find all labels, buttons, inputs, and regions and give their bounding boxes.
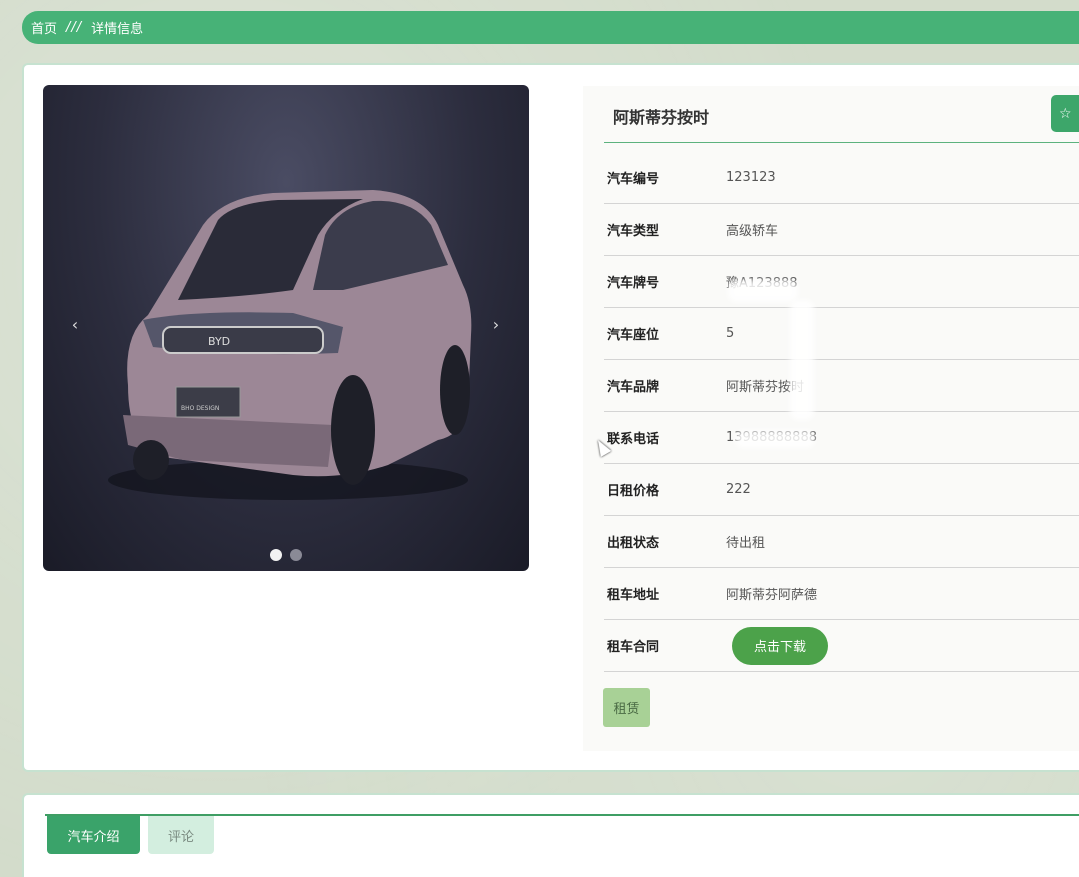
car-title: 阿斯蒂芬按时 [613, 108, 710, 127]
rent-button[interactable]: 租赁 [603, 688, 650, 727]
info-row: 汽车品牌 阿斯蒂芬按时 [604, 360, 1079, 412]
info-row-label: 汽车编号 [607, 172, 660, 187]
star-icon: ☆ [1059, 105, 1072, 122]
info-row-label: 汽车座位 [607, 328, 660, 343]
redaction-smudge [728, 280, 798, 302]
info-row-value: 待出租 [726, 536, 766, 551]
breadcrumb-current: 详情信息 [91, 22, 144, 37]
info-row-value: 阿斯蒂芬阿萨德 [726, 588, 818, 603]
contract-row: 租车合同 点击下载 [604, 620, 1079, 672]
info-row-value: 5 [726, 326, 735, 341]
carousel-prev-arrow[interactable]: ‹ [65, 315, 85, 334]
car-info-card: 阿斯蒂芬按时 ☆ 汽车编号 123123 汽车类型 高级轿车 汽车牌号 豫A12… [583, 86, 1079, 751]
redaction-smudge [790, 300, 814, 420]
car-image: BYD BHO DESIGN [108, 190, 472, 500]
carousel-next-arrow[interactable]: › [486, 315, 506, 334]
redaction-smudge [735, 430, 815, 448]
image-carousel[interactable]: BYD BHO DESIGN ‹ › [43, 85, 529, 571]
info-row-label: 租车地址 [607, 588, 660, 603]
info-row: 汽车类型 高级轿车 [604, 204, 1079, 256]
info-row-label: 联系电话 [607, 432, 660, 447]
tab-car-intro[interactable]: 汽车介绍 [47, 816, 140, 854]
info-row-value: 123123 [726, 170, 776, 185]
info-row: 租车地址 阿斯蒂芬阿萨德 [604, 568, 1079, 620]
info-row: 汽车牌号 豫A123888 [604, 256, 1079, 308]
carousel-indicators [270, 549, 302, 561]
info-row-label: 出租状态 [607, 536, 660, 551]
info-row-label: 汽车牌号 [607, 276, 660, 291]
car-badge: BYD [208, 335, 230, 348]
info-row-label: 汽车品牌 [607, 380, 660, 395]
info-row-value: 222 [726, 482, 751, 497]
contract-label: 租车合同 [607, 640, 660, 655]
info-row: 汽车座位 5 [604, 308, 1079, 360]
download-contract-button[interactable]: 点击下载 [732, 626, 828, 665]
car-front-plate: BHO DESIGN [181, 405, 219, 412]
info-row: 汽车编号 123123 [604, 152, 1079, 204]
breadcrumb-separator: /// [66, 20, 83, 35]
info-row: 联系电话 13988888888 [604, 412, 1079, 464]
info-row: 日租价格 222 [604, 464, 1079, 516]
info-row-label: 汽车类型 [607, 224, 660, 239]
tab-comments[interactable]: 评论 [148, 816, 214, 854]
carousel-dot-1[interactable] [270, 549, 282, 561]
carousel-dot-2[interactable] [290, 549, 302, 561]
info-row: 出租状态 待出租 [604, 516, 1079, 568]
title-divider [604, 142, 1079, 143]
breadcrumb-home[interactable]: 首页 [31, 18, 57, 37]
info-row-label: 日租价格 [607, 484, 660, 499]
breadcrumb: 首页 /// 详情信息 [22, 11, 1079, 44]
info-row-value: 高级轿车 [726, 224, 779, 239]
favorite-button[interactable]: ☆ [1051, 95, 1079, 132]
